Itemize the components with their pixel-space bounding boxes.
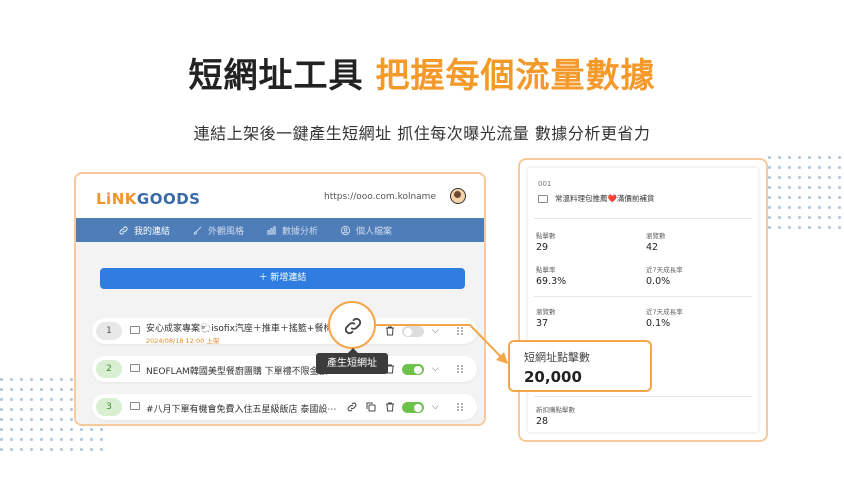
link-schedule: 2024/08/18 12:00 上架: [146, 337, 220, 345]
link-title: 常溫料理包推薦❤️滿價前補貨: [555, 194, 655, 203]
growth-value: 0.1%: [646, 318, 671, 329]
link-title: 安心成家專案🐑isofix汽座＋推車＋搖籃+餐椅＋: [146, 324, 336, 334]
logo-suffix: GOODS: [136, 190, 201, 208]
link-row[interactable]: 2 NEOFLAM韓國美型餐廚團購 下單禮不限金額 ⌵: [92, 356, 477, 382]
hero-title: 短網址工具 把握每個流量數據: [0, 48, 844, 97]
chevron-down-icon[interactable]: ⌵: [432, 326, 439, 336]
divider: [534, 396, 752, 397]
views-label: 瀏覽數: [646, 232, 666, 240]
link-icon: [344, 317, 362, 335]
drag-handle-icon[interactable]: [457, 327, 463, 335]
link-row[interactable]: 3 #八月下單有機會免費入住五星級飯店 泰國設⋯ ⌵: [92, 394, 477, 420]
new-clicks-label: 新扣購點擊數: [536, 406, 575, 414]
app-window: LiNKGOODS https://ooo.com.kolname 我的連結 外…: [74, 172, 486, 426]
stats-card: 001 常溫料理包推薦❤️滿價前補貨 點擊數 29 瀏覽數 42 點擊率 69.…: [528, 168, 758, 432]
link-title: #八月下單有機會免費入住五星級飯店 泰國設⋯: [146, 405, 337, 415]
visibility-toggle[interactable]: [402, 402, 424, 413]
divider: [534, 218, 752, 219]
row-number: 2: [96, 360, 122, 378]
chevron-down-icon[interactable]: ⌵: [432, 402, 439, 412]
growth-label: 近7天成長率: [646, 266, 683, 274]
hero-title-main: 短網址工具: [188, 56, 364, 96]
brush-icon: [193, 226, 202, 235]
app-logo[interactable]: LiNKGOODS: [96, 190, 200, 208]
ctr-value: 69.3%: [536, 276, 567, 287]
tab-profile[interactable]: 個人檔案: [340, 224, 392, 237]
growth-value: 0.0%: [646, 276, 671, 287]
tab-analytics[interactable]: 數據分析: [266, 224, 318, 237]
logo-prefix: LiNK: [96, 190, 137, 208]
tab-label: 個人檔案: [356, 226, 393, 237]
add-link-button[interactable]: ＋ 新增連結: [100, 268, 465, 289]
tooltip: 產生短網址: [316, 348, 388, 374]
image-icon: [130, 326, 140, 334]
tab-label: 我的連結: [134, 226, 171, 237]
link-id: 001: [538, 180, 552, 188]
profile-url[interactable]: https://ooo.com.kolname: [324, 192, 436, 202]
tab-appearance[interactable]: 外觀風格: [192, 224, 244, 237]
visibility-toggle[interactable]: [402, 364, 424, 375]
row-number: 3: [96, 398, 122, 416]
link-icon[interactable]: [346, 401, 358, 413]
hero-subtitle: 連結上架後一鍵產生短網址 抓住每次曝光流量 數據分析更省力: [193, 124, 651, 143]
link-row[interactable]: 1 安心成家專案🐑isofix汽座＋推車＋搖籃+餐椅＋ 2024/08/18 1…: [92, 318, 477, 345]
viewers-value: 37: [536, 318, 549, 329]
links-panel: ＋ 新增連結 1 安心成家專案🐑isofix汽座＋推車＋搖籃+餐椅＋ 2024/…: [76, 242, 484, 424]
growth-label: 近7天成長率: [646, 308, 683, 316]
stats-panel: 001 常溫料理包推薦❤️滿價前補貨 點擊數 29 瀏覽數 42 點擊率 69.…: [518, 158, 768, 442]
drag-handle-icon[interactable]: [457, 365, 463, 373]
ctr-label: 點擊率: [536, 266, 556, 274]
hero-title-accent: 把握每個流量數據: [375, 56, 656, 96]
link-icon: [119, 225, 128, 235]
callout-value: 20,000: [524, 368, 582, 386]
clicks-value: 29: [536, 242, 549, 253]
drag-handle-icon[interactable]: [457, 403, 463, 411]
row-number: 1: [96, 322, 122, 340]
link-title: NEOFLAM韓國美型餐廚團購 下單禮不限金額: [146, 367, 328, 377]
main-nav: 我的連結 外觀風格 數據分析 個人檔案: [76, 218, 484, 242]
chart-icon: [267, 225, 276, 235]
views-value: 42: [646, 242, 659, 253]
user-icon: [340, 225, 351, 235]
clicks-label: 點擊數: [536, 232, 556, 240]
copy-icon[interactable]: [365, 401, 377, 413]
chevron-down-icon[interactable]: ⌵: [432, 364, 439, 374]
tab-my-links[interactable]: 我的連結: [118, 224, 170, 237]
short-link-button[interactable]: [328, 301, 376, 349]
short-link-clicks-callout: 短網址點擊數 20,000: [508, 340, 652, 392]
tab-label: 外觀風格: [208, 226, 245, 237]
divider: [534, 296, 752, 297]
app-header: LiNKGOODS https://ooo.com.kolname: [76, 174, 484, 218]
trash-icon[interactable]: [384, 401, 396, 413]
image-icon: [130, 402, 140, 410]
viewers-label: 瀏覽數: [536, 308, 556, 316]
image-icon: [130, 364, 140, 372]
avatar[interactable]: [450, 188, 466, 204]
new-clicks-value: 28: [536, 416, 549, 427]
trash-icon[interactable]: [384, 325, 396, 337]
visibility-toggle[interactable]: [402, 326, 424, 337]
tab-label: 數據分析: [282, 226, 319, 237]
callout-label: 短網址點擊數: [524, 351, 590, 364]
image-icon: [538, 195, 548, 203]
